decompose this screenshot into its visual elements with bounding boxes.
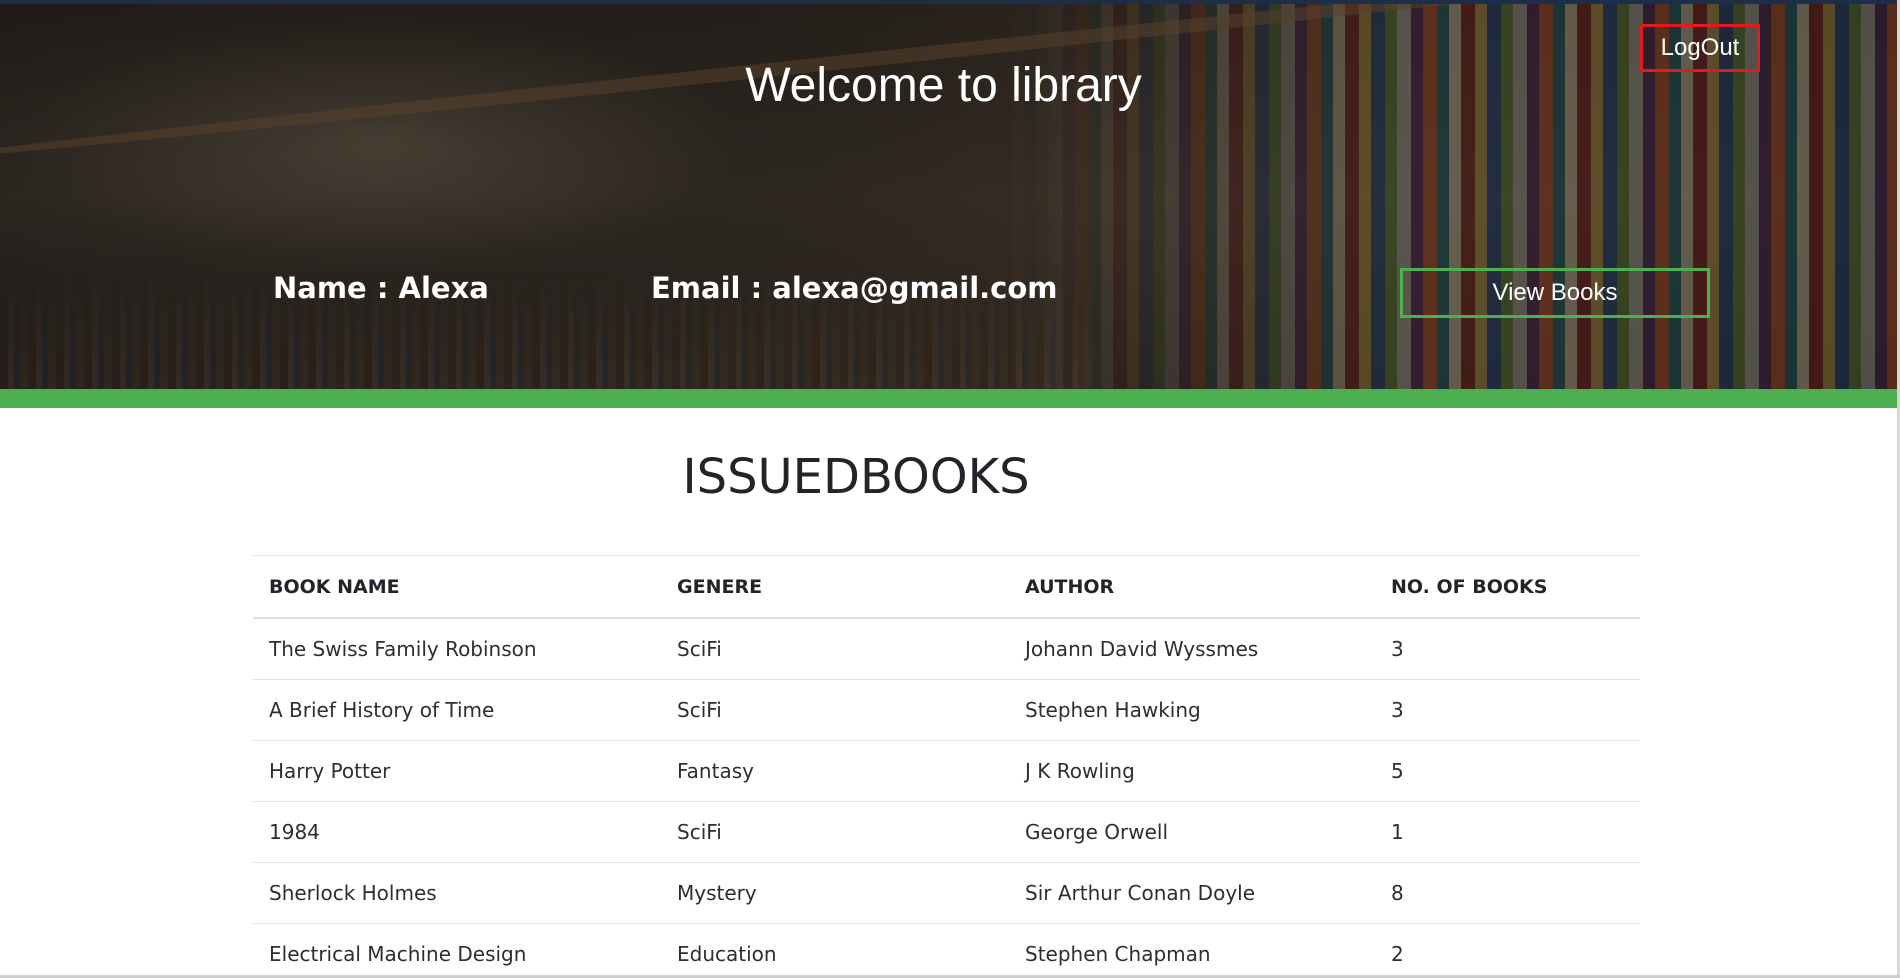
- cell-genre: SciFi: [661, 679, 1009, 741]
- cell-count: 8: [1375, 862, 1640, 924]
- cell-author: Stephen Chapman: [1009, 923, 1375, 978]
- cell-book-name: Electrical Machine Design: [253, 923, 661, 978]
- view-books-button[interactable]: View Books: [1400, 268, 1710, 318]
- table-row: A Brief History of Time SciFi Stephen Ha…: [253, 679, 1640, 741]
- logout-button[interactable]: LogOut: [1640, 24, 1760, 72]
- table-row: The Swiss Family Robinson SciFi Johann D…: [253, 617, 1640, 680]
- cell-genre: SciFi: [661, 801, 1009, 863]
- table-row: Electrical Machine Design Education Step…: [253, 923, 1640, 978]
- table-row: 1984 SciFi George Orwell 1: [253, 801, 1640, 863]
- cell-book-name: A Brief History of Time: [253, 679, 661, 741]
- column-header-count: NO. OF BOOKS: [1375, 555, 1640, 619]
- issued-books-table: BOOK NAME GENERE AUTHOR NO. OF BOOKS The…: [253, 555, 1640, 978]
- welcome-title: Welcome to library: [745, 59, 1142, 112]
- cell-count: 3: [1375, 679, 1640, 741]
- cell-author: Sir Arthur Conan Doyle: [1009, 862, 1375, 924]
- cell-genre: Mystery: [661, 862, 1009, 924]
- cell-count: 5: [1375, 740, 1640, 802]
- column-header-book-name: BOOK NAME: [253, 555, 661, 619]
- cell-author: J K Rowling: [1009, 740, 1375, 802]
- cell-count: 3: [1375, 617, 1640, 680]
- cell-genre: Fantasy: [661, 740, 1009, 802]
- cell-author: Stephen Hawking: [1009, 679, 1375, 741]
- cell-genre: Education: [661, 923, 1009, 978]
- cell-author: Johann David Wyssmes: [1009, 617, 1375, 680]
- cell-book-name: Sherlock Holmes: [253, 862, 661, 924]
- page: Welcome to library LogOut Name : Alexa E…: [0, 0, 1900, 978]
- cell-count: 2: [1375, 923, 1640, 978]
- table-row: Harry Potter Fantasy J K Rowling 5: [253, 740, 1640, 802]
- table-header-row: BOOK NAME GENERE AUTHOR NO. OF BOOKS: [253, 555, 1640, 619]
- cell-author: George Orwell: [1009, 801, 1375, 863]
- user-email: Email : alexa@gmail.com: [651, 271, 1058, 305]
- cell-book-name: The Swiss Family Robinson: [253, 617, 661, 680]
- cell-book-name: Harry Potter: [253, 740, 661, 802]
- column-header-genre: GENERE: [661, 555, 1009, 619]
- header-divider: [0, 389, 1897, 408]
- table-row: Sherlock Holmes Mystery Sir Arthur Conan…: [253, 862, 1640, 924]
- cell-genre: SciFi: [661, 617, 1009, 680]
- cell-count: 1: [1375, 801, 1640, 863]
- cell-book-name: 1984: [253, 801, 661, 863]
- column-header-author: AUTHOR: [1009, 555, 1375, 619]
- user-name: Name : Alexa: [273, 271, 489, 305]
- issued-books-title: ISSUEDBOOKS: [682, 449, 1030, 505]
